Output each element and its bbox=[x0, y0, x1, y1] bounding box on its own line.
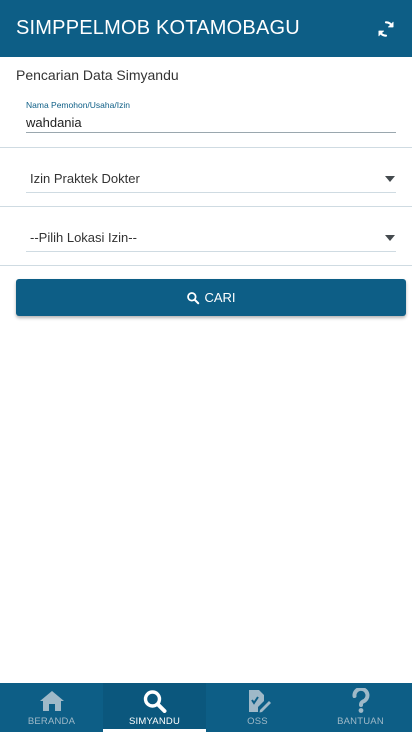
app-root: SIMPPELMOB KOTAMOBAGU Pencarian Data Sim… bbox=[0, 0, 412, 732]
document-edit-icon bbox=[244, 688, 272, 714]
nav-item-simyandu[interactable]: SIMYANDU bbox=[103, 683, 206, 732]
permit-type-value: Izin Praktek Dokter bbox=[30, 171, 140, 186]
search-button[interactable]: CARI bbox=[16, 279, 406, 316]
nav-label-beranda: BERANDA bbox=[27, 716, 76, 727]
nav-item-oss[interactable]: OSS bbox=[206, 683, 309, 732]
search-button-label: CARI bbox=[204, 290, 236, 305]
location-select[interactable]: --Pilih Lokasi Izin-- bbox=[26, 224, 396, 252]
name-field-label: Nama Pemohon/Usaha/Izin bbox=[26, 100, 130, 110]
nav-label-simyandu: SIMYANDU bbox=[128, 716, 181, 727]
name-field-container: Nama Pemohon/Usaha/Izin bbox=[0, 90, 412, 148]
nav-label-bantuan: BANTUAN bbox=[337, 716, 384, 727]
permit-type-container: Izin Praktek Dokter bbox=[0, 148, 412, 207]
search-icon bbox=[142, 688, 168, 714]
app-title: SIMPPELMOB KOTAMOBAGU bbox=[16, 17, 300, 39]
refresh-icon bbox=[378, 20, 394, 37]
app-header: SIMPPELMOB KOTAMOBAGU bbox=[0, 0, 412, 57]
caret-down-icon bbox=[385, 234, 395, 241]
name-input[interactable] bbox=[26, 112, 396, 133]
search-icon bbox=[186, 291, 200, 305]
nav-item-beranda[interactable]: BERANDA bbox=[0, 683, 103, 732]
nav-item-bantuan[interactable]: BANTUAN bbox=[309, 683, 412, 732]
home-icon bbox=[38, 688, 66, 714]
refresh-button[interactable] bbox=[374, 17, 398, 41]
nav-label-oss: OSS bbox=[247, 716, 268, 727]
question-icon bbox=[350, 688, 372, 714]
bottom-nav: BERANDA SIMYANDU OSS BANTUAN bbox=[0, 683, 412, 732]
location-value: --Pilih Lokasi Izin-- bbox=[30, 230, 137, 245]
caret-down-icon bbox=[385, 175, 395, 182]
location-container: --Pilih Lokasi Izin-- bbox=[0, 207, 412, 266]
section-title: Pencarian Data Simyandu bbox=[16, 67, 179, 83]
permit-type-select[interactable]: Izin Praktek Dokter bbox=[26, 165, 396, 193]
